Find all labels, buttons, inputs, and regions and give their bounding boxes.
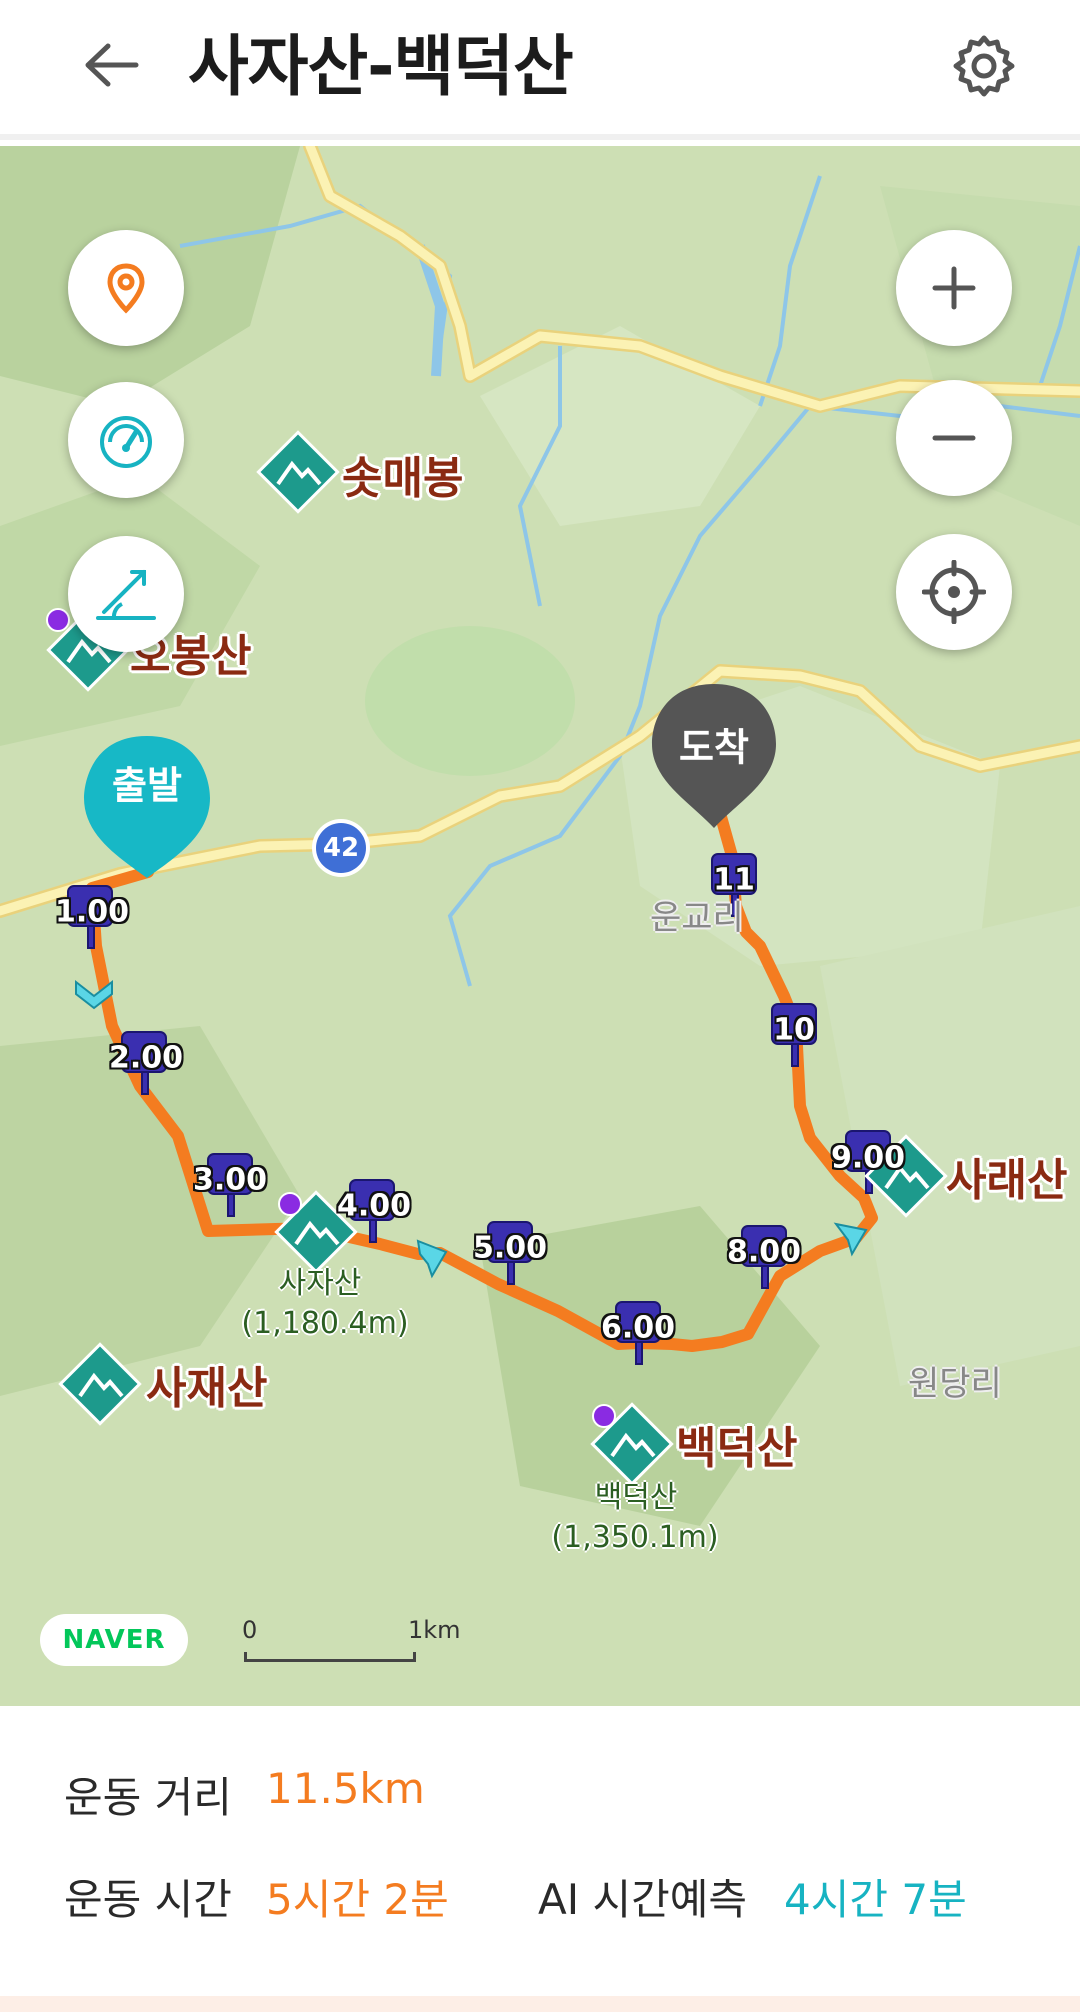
zoom-in-button[interactable]: [896, 230, 1012, 346]
mountain-label-saraesan[interactable]: 사래산: [946, 1144, 1067, 1208]
km-marker: 3.00: [192, 1162, 268, 1198]
ai-time-label: AI 시간예측: [538, 1875, 748, 1924]
back-button[interactable]: [70, 30, 150, 100]
location-button[interactable]: [68, 230, 184, 346]
naver-logo: NAVER: [40, 1614, 188, 1666]
crosshair-icon: [922, 560, 986, 624]
my-location-button[interactable]: [896, 534, 1012, 650]
km-marker: 4.00: [336, 1188, 412, 1224]
time-label: 운동 시간: [64, 1875, 232, 1924]
km-marker: 5.00: [472, 1230, 548, 1266]
speed-button[interactable]: [68, 382, 184, 498]
scale-start-label: 0: [242, 1616, 258, 1644]
mountain-height-sajasan: (1,180.4m): [241, 1306, 409, 1341]
km-marker: 6.00: [600, 1310, 676, 1346]
start-pin[interactable]: 출발: [112, 755, 182, 810]
settings-button[interactable]: [944, 26, 1024, 106]
mountain-label-baekdeoksan[interactable]: 백덕산: [676, 1412, 797, 1476]
km-marker: 1.00: [54, 894, 130, 930]
app-header: 사자산-백덕산: [0, 0, 1080, 140]
mountain-height-baekdeoksan: (1,350.1m): [551, 1520, 719, 1555]
speedometer-icon: [100, 416, 152, 468]
route-shield: 42: [322, 833, 360, 863]
distance-label: 운동 거리: [64, 1773, 232, 1822]
minus-icon: [932, 435, 976, 441]
distance-value: 11.5km: [266, 1764, 425, 1813]
km-marker: 9.00: [830, 1140, 906, 1176]
gear-icon: [953, 35, 1015, 97]
km-marker: 10: [773, 1012, 815, 1048]
stats-panel: 운동 거리 11.5km 운동 시간 5시간 2분 AI 시간예측 4시간 7분: [0, 1706, 1080, 2012]
arrow-left-icon: [85, 43, 139, 87]
map-scale: 0 1km: [242, 1616, 461, 1666]
mountain-label-sotmaebong[interactable]: 솟매봉: [342, 442, 463, 506]
zoom-out-button[interactable]: [896, 380, 1012, 496]
scale-end-label: 1km: [408, 1616, 461, 1644]
mountain-sub-baekdeoksan: 백덕산: [594, 1480, 678, 1515]
bottom-strip: [0, 1996, 1080, 2012]
page-title: 사자산-백덕산: [188, 28, 574, 105]
scale-bar: [244, 1652, 416, 1662]
location-pin-icon: [107, 263, 145, 314]
trail-map[interactable]: 출발 도착 42 솟매봉 오봉산 사자산 (1,180.4m) 사재산 백덕산 …: [0, 146, 1080, 1706]
ai-time-value: 4시간 7분: [784, 1875, 967, 1924]
mountain-sub-sajasan: 사자산: [278, 1266, 362, 1301]
plus-icon: [932, 266, 976, 310]
elevation-chart-icon: [96, 570, 156, 620]
km-marker: 2.00: [108, 1040, 184, 1076]
mountain-label-sajaesan[interactable]: 사재산: [146, 1352, 267, 1416]
end-pin[interactable]: 도착: [679, 717, 749, 772]
km-marker: 11: [713, 862, 755, 898]
village-label-wondangri: 원당리: [908, 1364, 1002, 1404]
elevation-button[interactable]: [68, 536, 184, 652]
km-marker: 8.00: [726, 1234, 802, 1270]
time-value: 5시간 2분: [266, 1875, 449, 1924]
